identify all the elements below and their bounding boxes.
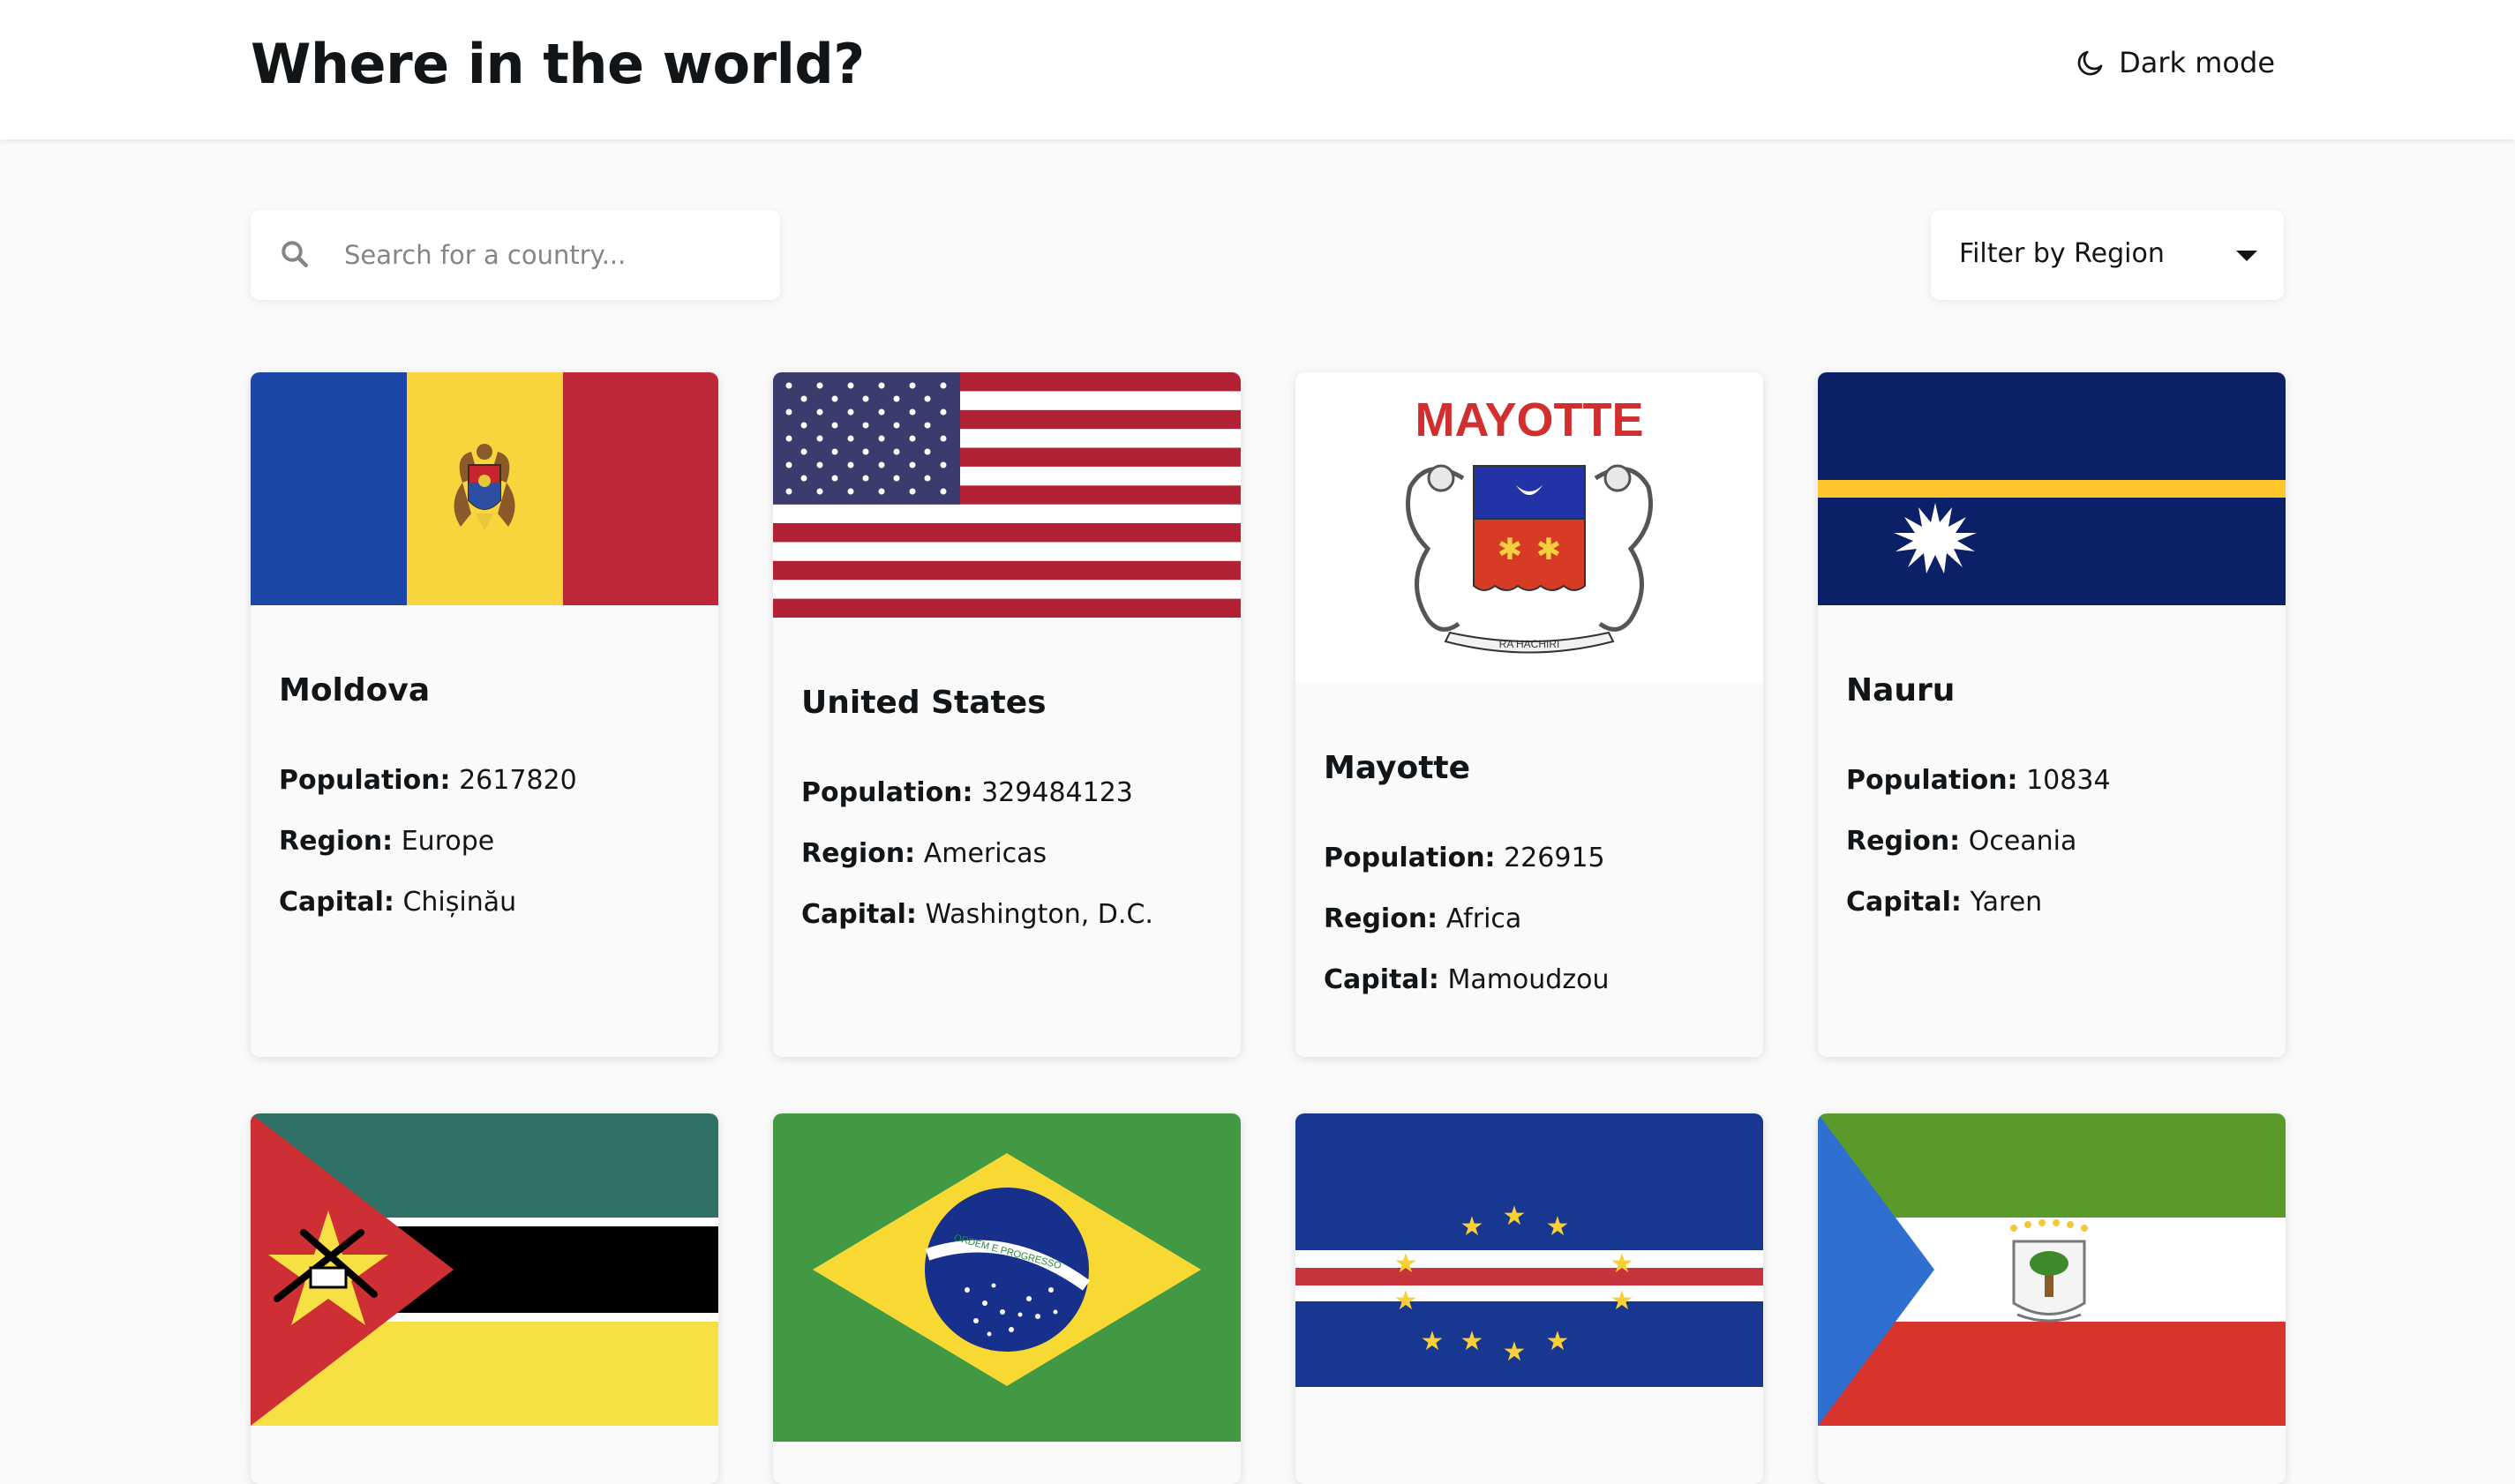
region-row: Region: Europe	[279, 826, 495, 857]
country-card-cape-verde[interactable]: ★ ★ ★ ★ ★ ★ ★ ★ ★ ★ ★	[1295, 1113, 1763, 1484]
moon-icon	[2077, 50, 2103, 76]
country-card-moldova[interactable]: Moldova Population: 2617820 Region: Euro…	[251, 372, 718, 1057]
country-name: Nauru	[1846, 672, 1956, 708]
country-name: Moldova	[279, 672, 431, 708]
page-title: Where in the world?	[251, 32, 865, 96]
top-bar: Where in the world? Dark mode	[0, 0, 2515, 139]
region-filter-dropdown[interactable]: Filter by Region	[1931, 210, 2284, 300]
svg-text:✱: ✱	[1536, 532, 1562, 567]
population-row: Population: 10834	[1846, 765, 2111, 796]
svg-text:MAYOTTE: MAYOTTE	[1415, 393, 1643, 446]
brazil-flag: ORDEM E PROGRESSO	[773, 1113, 1241, 1442]
country-card-nauru[interactable]: Nauru Population: 10834 Region: Oceania …	[1818, 372, 2286, 1057]
mayotte-flag: MAYOTTE ✱ ✱ RA HACHIRI	[1295, 372, 1763, 683]
svg-text:★: ★	[1503, 1337, 1527, 1368]
mozambique-flag	[251, 1113, 718, 1426]
equatorial-guinea-flag	[1818, 1113, 2286, 1426]
caret-down-icon	[2236, 251, 2257, 261]
svg-text:★: ★	[1460, 1326, 1484, 1357]
region-row: Region: Africa	[1324, 903, 1522, 934]
population-row: Population: 2617820	[279, 765, 577, 796]
nauru-flag	[1818, 372, 2286, 605]
capital-row: Capital: Washington, D.C.	[801, 899, 1153, 930]
capital-row: Capital: Yaren	[1846, 887, 2043, 918]
population-row: Population: 329484123	[801, 777, 1133, 808]
united-states-flag	[773, 372, 1241, 618]
svg-text:★: ★	[1394, 1285, 1418, 1316]
svg-text:★: ★	[1460, 1211, 1484, 1242]
svg-text:★: ★	[1421, 1326, 1445, 1357]
population-row: Population: 226915	[1324, 843, 1605, 873]
moldova-flag	[251, 372, 718, 605]
svg-text:★: ★	[1394, 1248, 1418, 1279]
country-details: Population: 226915 Region: Africa Capita…	[1324, 828, 1609, 1010]
svg-text:★: ★	[1610, 1285, 1634, 1316]
cape-verde-flag: ★ ★ ★ ★ ★ ★ ★ ★ ★ ★ ★	[1295, 1113, 1763, 1387]
country-card-brazil[interactable]: ORDEM E PROGRESSO	[773, 1113, 1241, 1484]
search-icon	[282, 241, 308, 267]
svg-text:★: ★	[1546, 1211, 1570, 1242]
coat-of-arms-icon	[454, 444, 515, 531]
country-card-mayotte[interactable]: MAYOTTE ✱ ✱ RA HACHIRI Mayotte Populatio…	[1295, 372, 1763, 1057]
country-name: Mayotte	[1324, 750, 1471, 786]
country-details: Population: 329484123 Region: Americas C…	[801, 762, 1153, 945]
country-card-equatorial-guinea[interactable]	[1818, 1113, 2286, 1484]
country-details: Population: 10834 Region: Oceania Capita…	[1846, 750, 2111, 933]
country-card-mozambique[interactable]	[251, 1113, 718, 1484]
capital-row: Capital: Chișinău	[279, 887, 517, 918]
svg-text:★: ★	[1610, 1248, 1634, 1279]
region-filter-label: Filter by Region	[1959, 238, 2165, 269]
region-row: Region: Oceania	[1846, 826, 2077, 857]
dark-mode-label: Dark mode	[2119, 46, 2275, 79]
search-box[interactable]	[251, 210, 780, 300]
svg-text:RA HACHIRI: RA HACHIRI	[1499, 638, 1560, 650]
dark-mode-toggle[interactable]: Dark mode	[2075, 46, 2275, 79]
svg-text:✱: ✱	[1498, 532, 1523, 567]
capital-row: Capital: Mamoudzou	[1324, 964, 1610, 995]
search-input[interactable]	[344, 210, 759, 300]
svg-text:★: ★	[1503, 1201, 1527, 1232]
svg-text:★: ★	[1546, 1326, 1570, 1357]
region-row: Region: Americas	[801, 838, 1047, 869]
country-details: Population: 2617820 Region: Europe Capit…	[279, 750, 577, 933]
country-card-united-states[interactable]: United States Population: 329484123 Regi…	[773, 372, 1241, 1057]
country-name: United States	[801, 685, 1047, 721]
